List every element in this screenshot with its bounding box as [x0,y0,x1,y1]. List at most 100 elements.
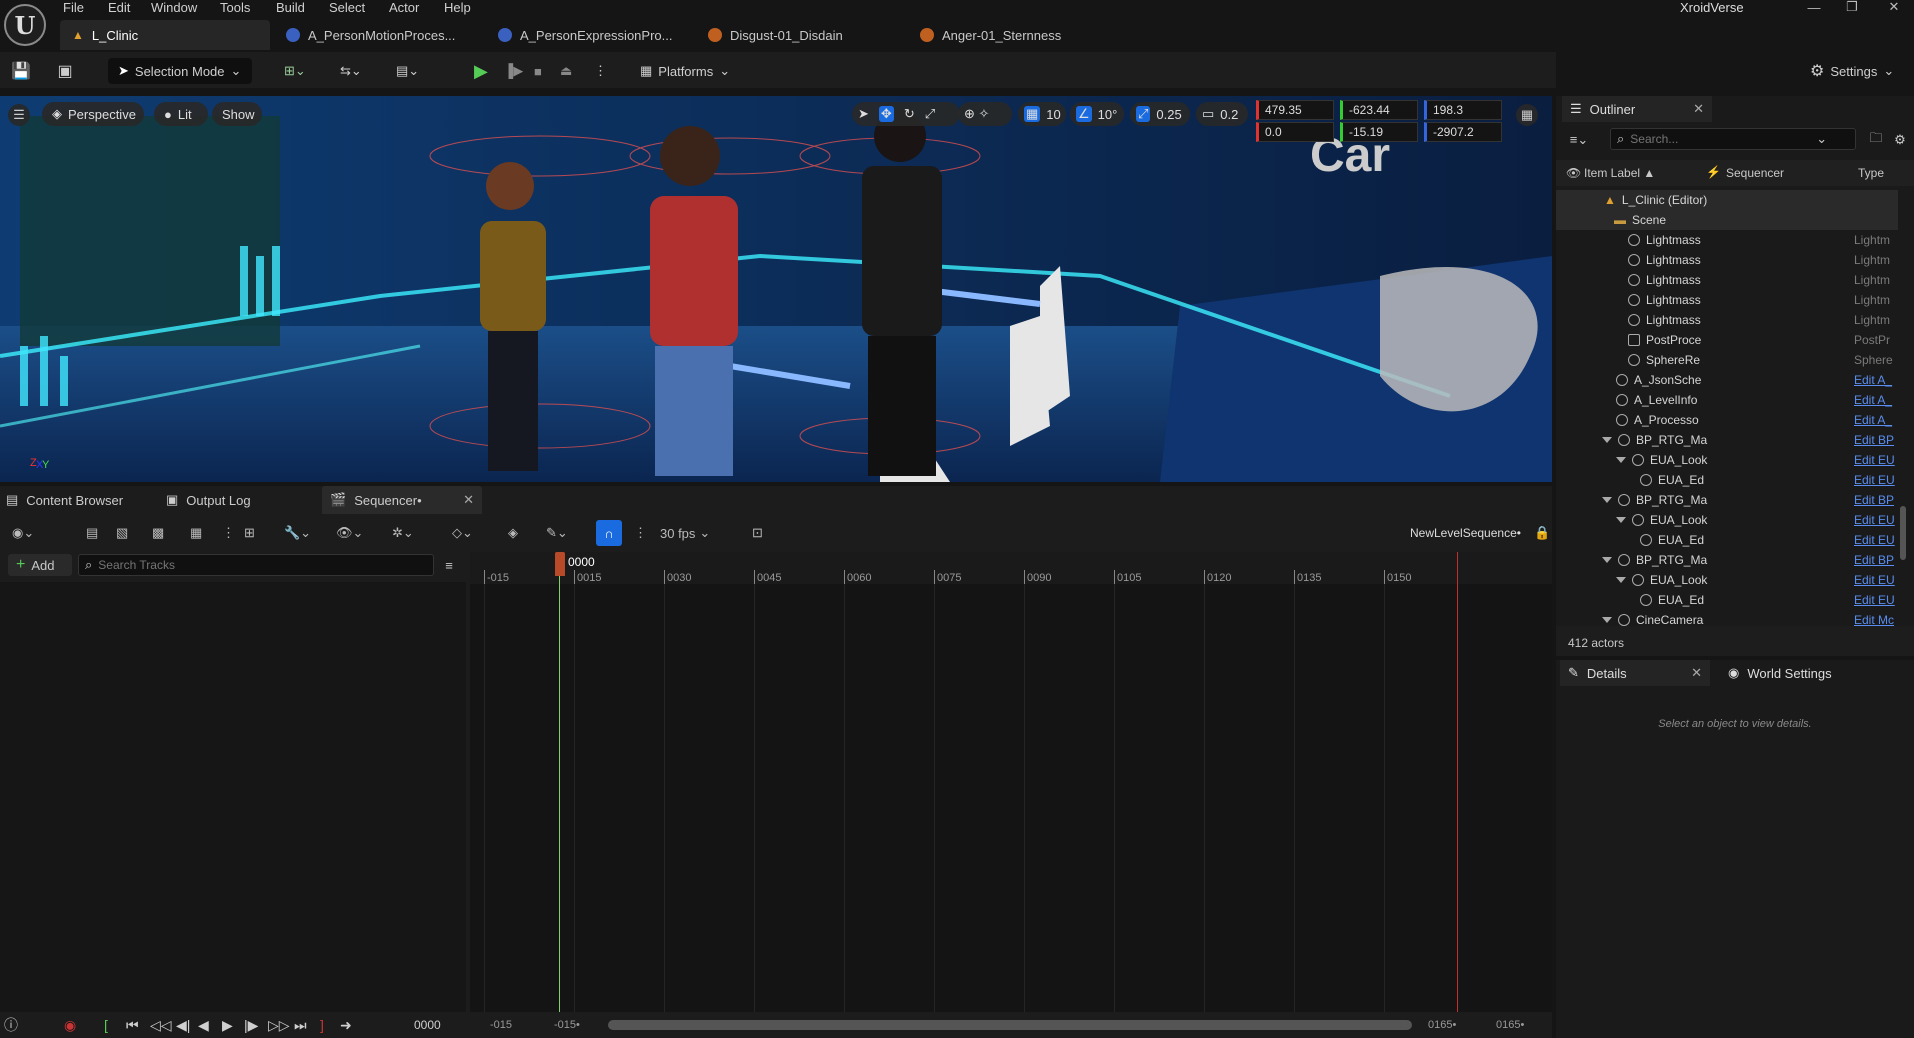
row-type-link[interactable]: Edit BP [1854,493,1898,507]
step-icon[interactable]: ▐▶ [504,58,523,84]
row-type-link[interactable]: Edit EU [1854,453,1898,467]
info-icon[interactable]: ⓘ [4,1016,18,1034]
row-type-link[interactable]: Edit EU [1854,473,1898,487]
row-type-link[interactable]: Edit Mc [1854,613,1898,627]
list-item[interactable]: EUA_Look Edit EU [1556,570,1898,590]
tab-content-browser[interactable]: ▤ Content Browser [4,486,154,514]
list-item[interactable]: Lightmass Lightm [1556,290,1898,310]
menu-help[interactable]: Help [444,0,471,15]
tab-disgust[interactable]: Disgust-01_Disdain [696,20,906,50]
snap-magnet-icon[interactable]: ∩ [596,520,622,546]
track-list[interactable] [0,582,466,1012]
col-item-label[interactable]: Item Label ▲ [1584,166,1655,180]
tab-outliner[interactable]: ☰ Outliner ✕ [1562,96,1712,122]
list-item[interactable]: A_LevelInfo Edit A_ [1556,390,1898,410]
jump-start-icon[interactable]: ⏮ [126,1016,139,1034]
more-icon[interactable]: ⋮ [634,520,647,546]
track-search-box[interactable]: ⌕ [78,554,434,576]
record-icon[interactable]: ◉ [64,1016,76,1034]
more-options-icon[interactable]: ⋮ [594,58,607,84]
render-movie-icon[interactable]: ▩ [152,520,164,546]
list-item[interactable]: BP_RTG_Ma Edit BP [1556,550,1898,570]
tab-world-settings[interactable]: ◉ World Settings [1720,660,1870,686]
play-icon[interactable]: ▶ [222,1016,233,1034]
add-key-icon[interactable]: ◈ [508,520,518,546]
layout-icon[interactable]: ▦ [1516,104,1538,126]
save-icon[interactable]: 💾 [10,60,32,82]
close-icon[interactable]: ✕ [1693,101,1704,117]
lit-button[interactable]: ● Lit [154,102,208,126]
settings-button[interactable]: ⚙ Settings ⌄ [1810,58,1894,84]
add-actor-icon[interactable]: ⊞⌄ [284,58,306,84]
unreal-logo-icon[interactable]: U [4,4,46,46]
outliner-search-input[interactable] [1630,132,1811,146]
play-icon[interactable]: ▶ [474,58,488,84]
playback-start-marker[interactable] [559,576,560,1012]
rotation-snap-button[interactable]: ∠ 10° [1070,102,1124,126]
viewport-menu-icon[interactable]: ☰ [8,104,30,126]
expand-icon[interactable] [1602,557,1612,563]
selection-mode-dropdown[interactable]: ➤ Selection Mode ⌄ [108,58,252,84]
list-item[interactable]: BP_RTG_Ma Edit BP [1556,490,1898,510]
select-tool-icon[interactable]: ➤ [858,106,869,122]
prev-frame-icon[interactable]: ◀| [176,1016,190,1034]
row-type-link[interactable]: Edit A_ [1854,413,1898,427]
cinematics-icon[interactable]: ▤⌄ [396,58,419,84]
rotate-tool-icon[interactable]: ↻ [904,106,915,122]
play-reverse-icon[interactable]: ◀ [198,1016,209,1034]
world-icon[interactable]: ◉⌄ [12,520,34,546]
show-button[interactable]: Show [212,102,262,126]
col-type[interactable]: Type [1858,166,1884,180]
current-frame[interactable]: 0000 [414,1016,441,1034]
view-range-start[interactable]: -015 [490,1016,512,1034]
row-type-link[interactable]: Edit EU [1854,513,1898,527]
list-item[interactable]: Lightmass Lightm [1556,230,1898,250]
menu-tools[interactable]: Tools [220,0,250,15]
close-icon[interactable]: ✕ [1691,665,1702,681]
row-type-link[interactable]: Edit EU [1854,533,1898,547]
gear-icon[interactable]: ⚙ [1890,130,1910,150]
restore-icon[interactable]: ❐ [1842,0,1862,14]
close-icon[interactable]: ✕ [463,492,474,508]
timeline[interactable]: -015 0015 0030 0045 0060 0075 0090 0105 0120 0135… [470,552,1552,1012]
list-item[interactable]: EUA_Look Edit EU [1556,510,1898,530]
timeline-scrollbar[interactable] [608,1020,1412,1030]
curve-editor-icon[interactable]: ⊡ [752,520,763,546]
menu-actor[interactable]: Actor [389,0,419,15]
move-tool-icon[interactable]: ✥ [878,106,894,122]
tab-anger[interactable]: Anger-01_Sternness [908,20,1118,50]
list-item[interactable]: BP_RTG_Ma Edit BP [1556,430,1898,450]
more-icon[interactable]: ⋮ [222,520,235,546]
list-item[interactable]: ▬ Scene [1556,210,1898,230]
col-sequencer[interactable]: Sequencer [1726,166,1784,180]
stop-icon[interactable]: ■ [534,58,542,84]
list-item[interactable]: Lightmass Lightm [1556,310,1898,330]
filter-icon[interactable]: ≡⌄ [1564,130,1594,150]
camera-cut-icon[interactable]: ▦ [190,520,202,546]
playback-options-icon[interactable]: ✲⌄ [392,520,414,546]
scale-snap-button[interactable]: ⤢ 0.25 [1130,102,1190,126]
row-type-link[interactable]: Edit A_ [1854,373,1898,387]
prev-key-icon[interactable]: ◁◁ [150,1016,172,1034]
eye-icon[interactable]: 👁 [1566,166,1581,180]
next-frame-icon[interactable]: |▶ [244,1016,258,1034]
location-y-field[interactable]: -623.44 [1340,100,1418,120]
menu-window[interactable]: Window [151,0,197,15]
view-range-end[interactable]: 0165• [1496,1016,1524,1034]
close-icon[interactable]: ✕ [1884,0,1904,14]
transform-tools[interactable]: ➤ ✥ ↻ ⤢ [852,102,960,126]
tab-details[interactable]: ✎ Details ✕ [1560,660,1710,686]
world-local-icon[interactable]: ⊕ ✧ [958,102,1012,126]
expand-icon[interactable] [1616,577,1626,583]
tab-person-motion[interactable]: A_PersonMotionProces... [274,20,482,50]
expand-icon[interactable] [1602,497,1612,503]
find-asset-icon[interactable]: ▧ [116,520,128,546]
minimize-icon[interactable]: — [1804,0,1824,15]
camera-speed-button[interactable]: ▭ 0.2 [1196,102,1248,126]
row-type-link[interactable]: Edit EU [1854,573,1898,587]
menu-file[interactable]: File [63,0,84,15]
fps-dropdown[interactable]: 30 fps ⌄ [660,520,720,546]
grid-snap-button[interactable]: ▦ 10 [1018,102,1066,126]
list-item[interactable]: ▲ L_Clinic (Editor) [1556,190,1898,210]
scale-tool-icon[interactable]: ⤢ [925,106,935,122]
